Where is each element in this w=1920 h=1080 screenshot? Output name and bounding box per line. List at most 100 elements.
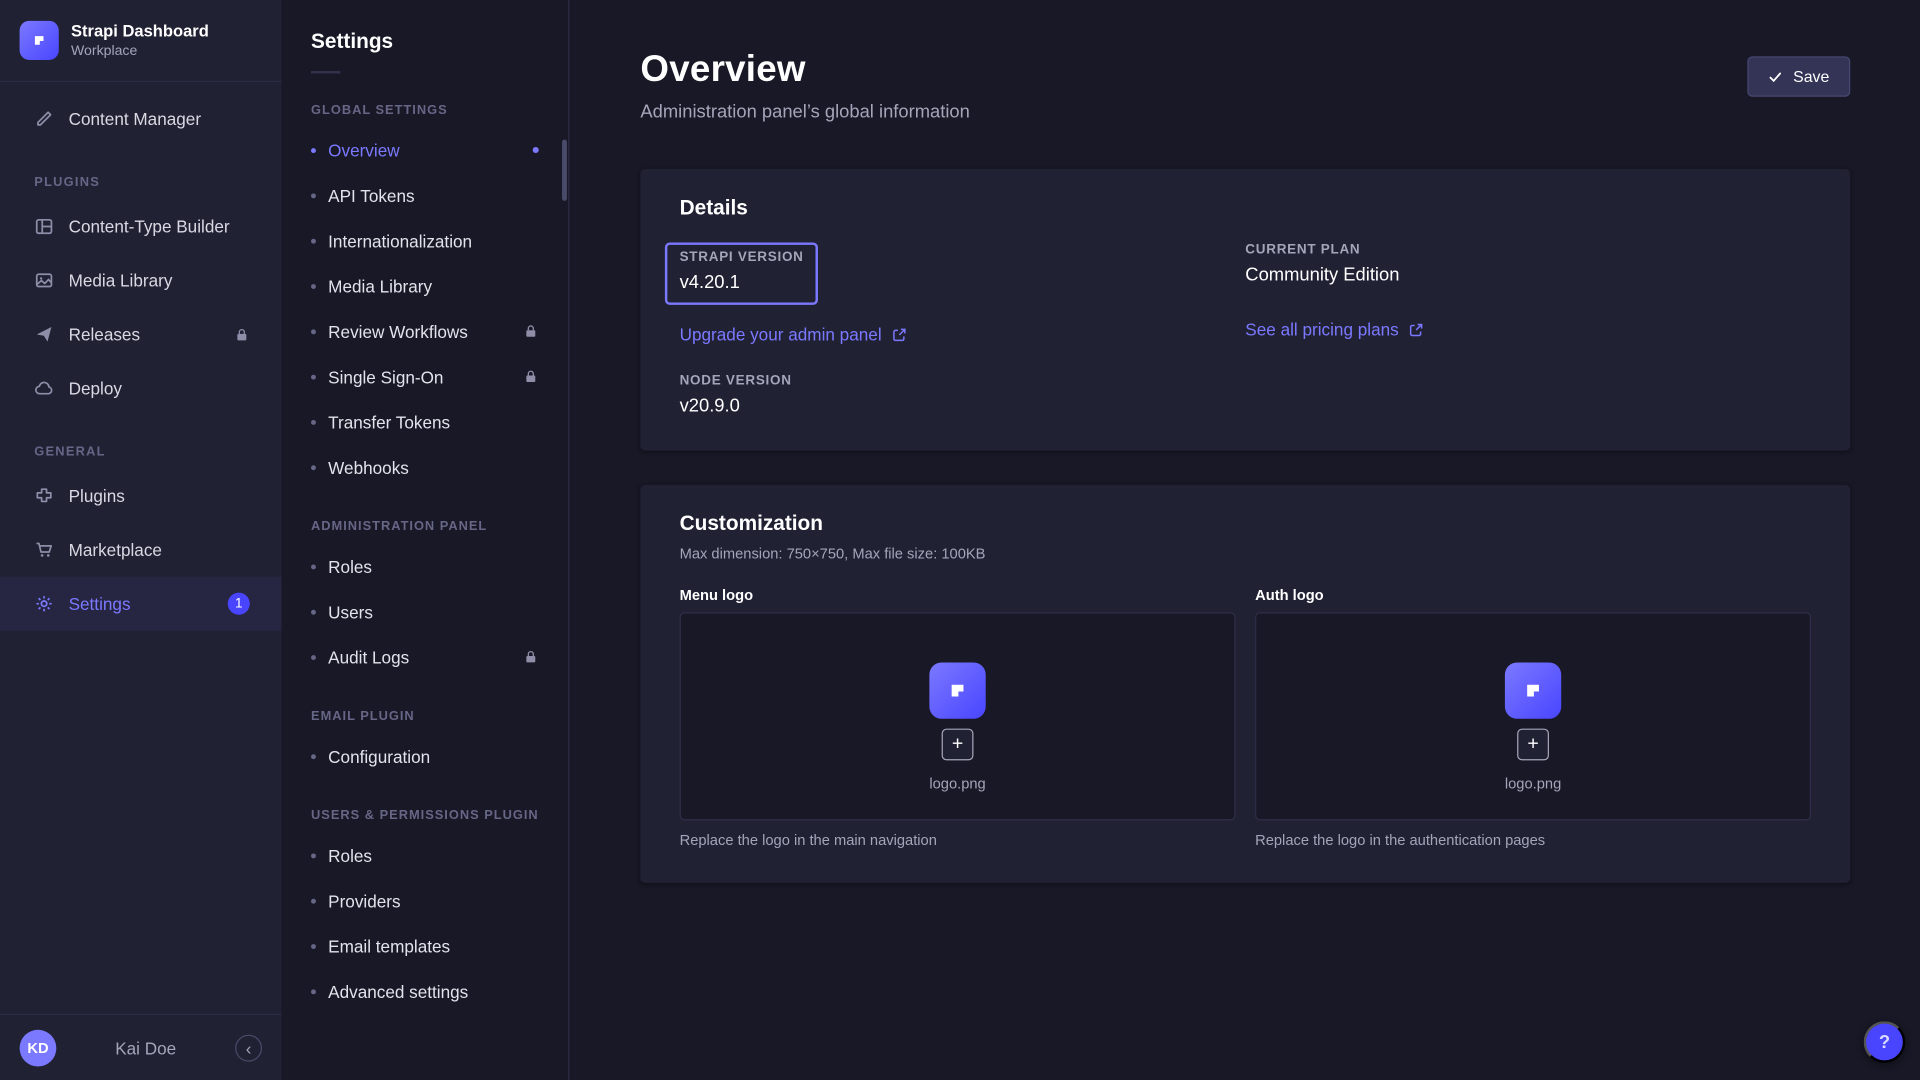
lock-icon bbox=[523, 649, 539, 665]
upgrade-admin-panel-link[interactable]: Upgrade your admin panel bbox=[680, 324, 908, 344]
auth-logo-upload-box[interactable]: + logo.png bbox=[1255, 612, 1811, 820]
auth-logo-section: Auth logo + logo.png Replace the logo in… bbox=[1255, 587, 1811, 849]
subnav-item-configuration[interactable]: Configuration bbox=[282, 733, 569, 778]
external-link-icon bbox=[891, 326, 907, 342]
subnav-item-roles-admin[interactable]: Roles bbox=[282, 544, 569, 589]
lock-icon bbox=[523, 369, 539, 385]
subnav-section-users-permissions: USERS & PERMISSIONS PLUGIN bbox=[311, 808, 539, 823]
bullet-icon bbox=[311, 989, 316, 994]
nav-item-label: Settings bbox=[69, 594, 131, 614]
subnav-item-label: Internationalization bbox=[328, 231, 472, 251]
details-left-column: STRAPI VERSION v4.20.1 Upgrade your admi… bbox=[680, 242, 1246, 416]
bullet-icon bbox=[311, 654, 316, 659]
nav-item-releases[interactable]: Releases bbox=[0, 307, 282, 361]
user-name: Kai Doe bbox=[115, 1038, 176, 1058]
subnav-item-roles-up[interactable]: Roles bbox=[282, 833, 569, 878]
customization-constraints: Max dimension: 750×750, Max file size: 1… bbox=[680, 545, 1811, 562]
settings-notification-badge: 1 bbox=[228, 593, 250, 615]
strapi-logo-icon bbox=[1505, 662, 1561, 718]
external-link-icon bbox=[1409, 321, 1425, 337]
subnav-title: Settings bbox=[282, 29, 569, 53]
node-version-label: NODE VERSION bbox=[680, 373, 1246, 388]
help-button[interactable]: ? bbox=[1864, 1021, 1906, 1063]
avatar[interactable]: KD bbox=[20, 1029, 57, 1066]
nav-item-content-manager[interactable]: Content Manager bbox=[0, 92, 282, 146]
lock-icon bbox=[523, 323, 539, 339]
notification-dot-icon bbox=[533, 147, 539, 153]
nav-item-plugins[interactable]: Plugins bbox=[0, 469, 282, 523]
brand-text: Strapi Dashboard Workplace bbox=[71, 22, 209, 59]
paper-plane-icon bbox=[34, 324, 54, 344]
nav-section-general: GENERAL bbox=[0, 444, 282, 459]
customization-title: Customization bbox=[680, 512, 1811, 536]
nav-item-content-type-builder[interactable]: Content-Type Builder bbox=[0, 200, 282, 254]
nav-item-settings[interactable]: Settings 1 bbox=[0, 577, 282, 631]
auth-logo-add-button[interactable]: + bbox=[1517, 729, 1549, 761]
details-title: Details bbox=[680, 196, 1811, 220]
details-card: Details STRAPI VERSION v4.20.1 Upgrade y… bbox=[640, 169, 1850, 451]
save-button[interactable]: Save bbox=[1748, 56, 1850, 96]
puzzle-icon bbox=[34, 486, 54, 506]
subnav-section-email-plugin: EMAIL PLUGIN bbox=[311, 709, 539, 724]
page-header: Overview Administration panel’s global i… bbox=[640, 49, 1850, 122]
bullet-icon bbox=[311, 564, 316, 569]
current-plan-field: CURRENT PLAN Community Edition bbox=[1245, 242, 1811, 285]
page-header-text: Overview Administration panel’s global i… bbox=[640, 49, 969, 122]
subnav-scrollbar[interactable] bbox=[562, 140, 567, 201]
nav-item-deploy[interactable]: Deploy bbox=[0, 361, 282, 415]
cloud-icon bbox=[34, 378, 54, 398]
nav-item-label: Deploy bbox=[69, 378, 122, 398]
subnav-item-label: Transfer Tokens bbox=[328, 412, 450, 432]
subnav-item-api-tokens[interactable]: API Tokens bbox=[282, 173, 569, 218]
menu-logo-add-button[interactable]: + bbox=[942, 729, 974, 761]
user-row[interactable]: KD Kai Doe ‹ bbox=[0, 1014, 282, 1080]
node-version-value: v20.9.0 bbox=[680, 396, 1246, 417]
bullet-icon bbox=[311, 374, 316, 379]
nav-item-media-library[interactable]: Media Library bbox=[0, 253, 282, 307]
page-title: Overview bbox=[640, 49, 969, 91]
customization-card: Customization Max dimension: 750×750, Ma… bbox=[640, 485, 1850, 883]
subnav-item-internationalization[interactable]: Internationalization bbox=[282, 218, 569, 263]
lock-icon bbox=[234, 326, 250, 342]
subnav-item-label: Media Library bbox=[328, 276, 432, 296]
brand[interactable]: Strapi Dashboard Workplace bbox=[0, 0, 282, 82]
subnav-item-users[interactable]: Users bbox=[282, 589, 569, 634]
strapi-logo-icon bbox=[20, 21, 59, 60]
strapi-version-value: v4.20.1 bbox=[680, 272, 804, 293]
bullet-icon bbox=[311, 943, 316, 948]
subnav-item-audit-logs[interactable]: Audit Logs bbox=[282, 634, 569, 679]
nav-item-label: Plugins bbox=[69, 486, 125, 506]
subnav-item-label: Users bbox=[328, 602, 373, 622]
subnav-item-advanced-settings[interactable]: Advanced settings bbox=[282, 969, 569, 1014]
subnav-section-administration-panel: ADMINISTRATION PANEL bbox=[311, 519, 539, 534]
image-icon bbox=[34, 271, 54, 291]
subnav-item-label: Roles bbox=[328, 846, 372, 866]
subnav-item-review-workflows[interactable]: Review Workflows bbox=[282, 309, 569, 354]
pricing-link-label: See all pricing plans bbox=[1245, 320, 1398, 340]
page-subtitle: Administration panel’s global informatio… bbox=[640, 102, 969, 123]
gear-icon bbox=[34, 594, 54, 614]
nav-item-label: Releases bbox=[69, 324, 140, 344]
subnav-item-overview[interactable]: Overview bbox=[282, 127, 569, 172]
subnav-item-media-library[interactable]: Media Library bbox=[282, 263, 569, 308]
node-version-field: NODE VERSION v20.9.0 bbox=[680, 373, 1246, 416]
subnav-item-transfer-tokens[interactable]: Transfer Tokens bbox=[282, 399, 569, 444]
pencil-icon bbox=[34, 109, 54, 129]
nav-item-marketplace[interactable]: Marketplace bbox=[0, 523, 282, 577]
menu-logo-upload-box[interactable]: + logo.png bbox=[680, 612, 1236, 820]
menu-logo-label: Menu logo bbox=[680, 587, 1236, 604]
nav-section-plugins: PLUGINS bbox=[0, 175, 282, 190]
pricing-plans-link[interactable]: See all pricing plans bbox=[1245, 320, 1424, 340]
menu-logo-caption: Replace the logo in the main navigation bbox=[680, 831, 1236, 848]
subnav-item-webhooks[interactable]: Webhooks bbox=[282, 444, 569, 489]
collapse-sidebar-button[interactable]: ‹ bbox=[235, 1034, 262, 1061]
subnav-item-single-sign-on[interactable]: Single Sign-On bbox=[282, 354, 569, 399]
subnav-item-providers[interactable]: Providers bbox=[282, 878, 569, 923]
bullet-icon bbox=[311, 148, 316, 153]
nav-item-label: Content-Type Builder bbox=[69, 217, 230, 237]
subnav-item-email-templates[interactable]: Email templates bbox=[282, 923, 569, 968]
brand-subtitle: Workplace bbox=[71, 44, 209, 59]
subnav-item-label: Webhooks bbox=[328, 457, 409, 477]
bullet-icon bbox=[311, 754, 316, 759]
subnav-item-label: Email templates bbox=[328, 936, 450, 956]
